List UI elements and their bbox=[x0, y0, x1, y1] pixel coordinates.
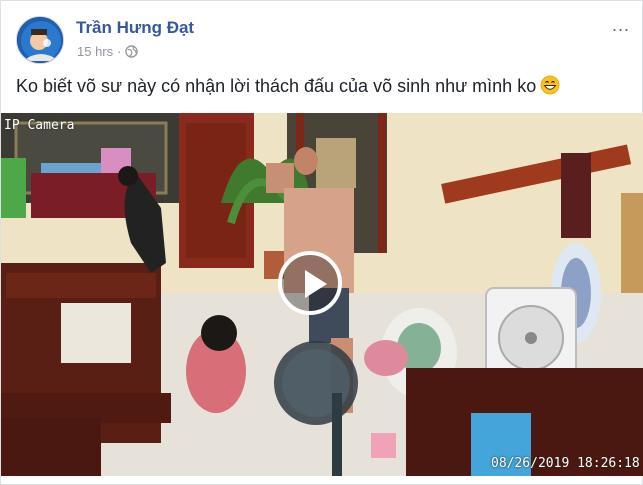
video-player[interactable] bbox=[1, 113, 643, 476]
post-meta: 15 hrs · bbox=[77, 44, 139, 59]
post-time[interactable]: 15 hrs bbox=[77, 44, 113, 59]
meta-separator: · bbox=[117, 44, 122, 59]
author-name[interactable]: Trần Hưng Đạt bbox=[76, 18, 194, 38]
more-options-icon[interactable]: ... bbox=[612, 15, 630, 36]
post-message: Ko biết võ sư này có nhận lời thách đấu … bbox=[16, 76, 537, 96]
avatar-image bbox=[17, 17, 63, 63]
camera-label: IP Camera bbox=[4, 118, 75, 133]
globe-icon[interactable] bbox=[125, 45, 139, 58]
grinning-face-emoji-icon bbox=[540, 75, 560, 95]
video-timestamp: 08/26/2019 18:26:18 bbox=[491, 456, 640, 471]
play-button[interactable] bbox=[278, 251, 342, 315]
author-avatar[interactable] bbox=[16, 16, 64, 64]
post-text: Ko biết võ sư này có nhận lời thách đấu … bbox=[16, 75, 560, 97]
play-icon bbox=[305, 270, 327, 298]
post-card: Trần Hưng Đạt 15 hrs · ... Ko biết võ sư… bbox=[0, 0, 643, 485]
